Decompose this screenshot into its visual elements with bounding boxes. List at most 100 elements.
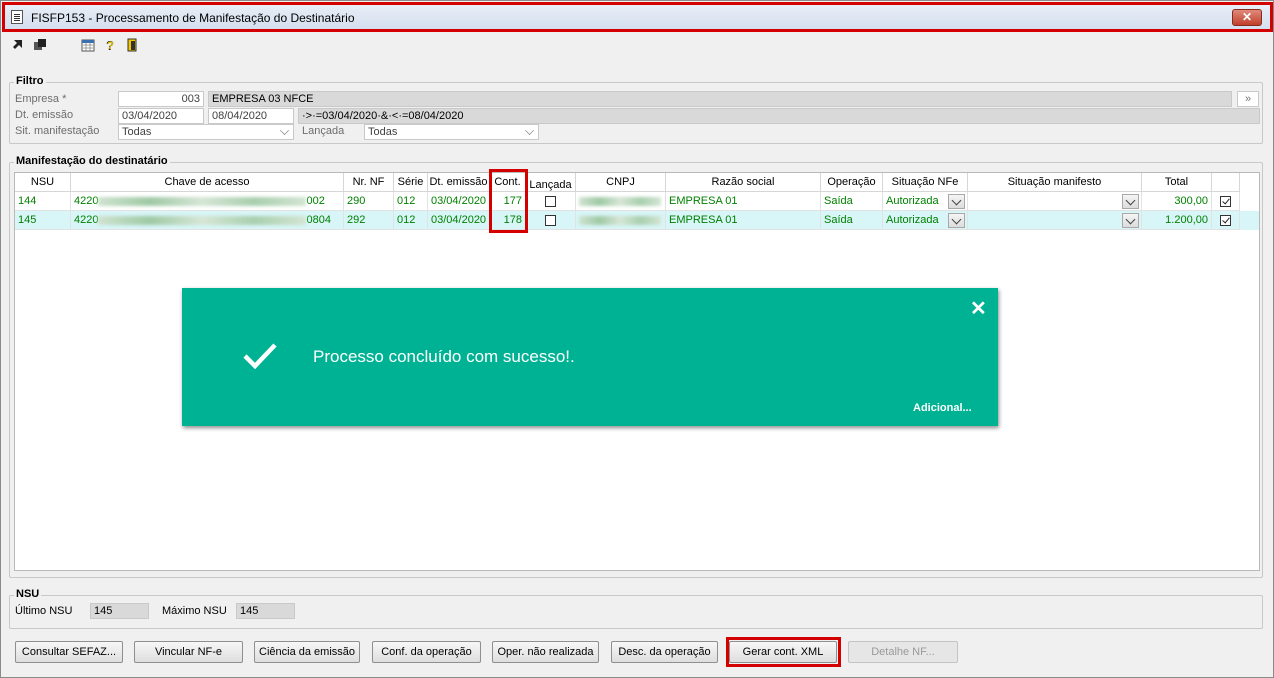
- chevron-down-icon: [280, 126, 289, 135]
- lancada-value: Todas: [368, 126, 398, 138]
- cell-serie: 012: [394, 211, 428, 230]
- cell-razao: EMPRESA 01: [666, 192, 821, 211]
- header-total[interactable]: Total: [1142, 173, 1212, 192]
- redacted-blur: [98, 196, 307, 206]
- vincular-nfe-button[interactable]: Vincular NF-e: [134, 641, 243, 663]
- header-chave[interactable]: Chave de acesso: [71, 173, 344, 192]
- header-nr-nf[interactable]: Nr. NF: [344, 173, 394, 192]
- cell-situacao-nfe[interactable]: Autorizada: [883, 211, 968, 230]
- filter-legend: Filtro: [14, 75, 46, 87]
- dt-emissao-label: Dt. emissão: [15, 109, 74, 121]
- arrow-select-icon[interactable]: [11, 38, 25, 52]
- cell-nsu: 145: [15, 211, 71, 230]
- help-icon[interactable]: ? ?: [103, 38, 117, 52]
- main-window: FISFP153 - Processamento de Manifestação…: [0, 0, 1274, 678]
- cell-select: [1212, 211, 1240, 230]
- cell-nsu: 144: [15, 192, 71, 211]
- cell-chave: 4220 002: [71, 192, 344, 211]
- close-icon[interactable]: ✕: [970, 296, 987, 321]
- cell-operacao: Saída: [821, 192, 883, 211]
- chevron-down-icon[interactable]: [1122, 194, 1139, 209]
- toast-message: Processo concluído com sucesso!.: [313, 347, 575, 366]
- desc-operacao-button[interactable]: Desc. da operação: [611, 641, 718, 663]
- header-razao[interactable]: Razão social: [666, 173, 821, 192]
- svg-text:?: ?: [107, 40, 114, 52]
- cell-lancada: [526, 211, 576, 230]
- cell-situacao-manifesto[interactable]: [968, 211, 1142, 230]
- chevron-down-icon[interactable]: [948, 213, 965, 228]
- header-cnpj[interactable]: CNPJ: [576, 173, 666, 192]
- redacted-blur: [579, 196, 661, 206]
- header-situacao-nfe[interactable]: Situação NFe: [883, 173, 968, 192]
- table-row[interactable]: 144 4220 002 290 012 03/04/2020 177 EMPRE…: [15, 192, 1259, 211]
- header-situacao-manifesto[interactable]: Situação manifesto: [968, 173, 1142, 192]
- gerar-cont-xml-button[interactable]: Gerar cont. XML: [729, 641, 837, 663]
- maximo-nsu-label: Máximo NSU: [162, 605, 227, 617]
- row-select-checkbox[interactable]: [1220, 214, 1231, 226]
- chevron-down-icon[interactable]: [1122, 213, 1139, 228]
- chave-prefix: 4220: [74, 195, 99, 207]
- sit-manifestacao-label: Sit. manifestação: [15, 125, 100, 137]
- lancada-checkbox[interactable]: [545, 214, 556, 226]
- chevron-down-icon[interactable]: [948, 194, 965, 209]
- cell-nr-nf: 292: [344, 211, 394, 230]
- cell-situacao-nfe[interactable]: Autorizada: [883, 192, 968, 211]
- cell-total: 1.200,00: [1142, 211, 1212, 230]
- header-serie[interactable]: Série: [394, 173, 428, 192]
- cell-dt-emissao: 03/04/2020: [428, 192, 490, 211]
- success-toast: Processo concluído com sucesso!. ✕ Adici…: [182, 288, 998, 426]
- toast-more-link[interactable]: Adicional...: [913, 402, 972, 414]
- empresa-code-field[interactable]: 003: [118, 91, 204, 107]
- redacted-blur: [98, 215, 307, 225]
- header-operacao[interactable]: Operação: [821, 173, 883, 192]
- detalhe-nf-button[interactable]: Detalhe NF...: [848, 641, 958, 663]
- header-cont[interactable]: Cont.: [490, 173, 526, 192]
- exit-door-icon[interactable]: [125, 38, 139, 52]
- manifestacao-legend: Manifestação do destinatário: [14, 155, 170, 167]
- ciencia-emissao-button[interactable]: Ciência da emissão: [254, 641, 360, 663]
- calendar-icon[interactable]: [81, 38, 95, 52]
- cell-serie: 012: [394, 192, 428, 211]
- cell-lancada: [526, 192, 576, 211]
- empresa-name-field: EMPRESA 03 NFCE: [208, 91, 1232, 107]
- chave-suffix: 002: [306, 195, 325, 207]
- sit-manifestacao-value: Todas: [122, 126, 152, 138]
- empresa-label: Empresa *: [15, 93, 67, 105]
- consultar-sefaz-button[interactable]: Consultar SEFAZ...: [15, 641, 123, 663]
- cell-cnpj: [576, 211, 666, 230]
- header-dt-emissao[interactable]: Dt. emissão: [428, 173, 490, 192]
- nsu-legend: NSU: [14, 588, 42, 600]
- lancada-label: Lançada: [302, 125, 345, 137]
- cell-total: 300,00: [1142, 192, 1212, 211]
- chevron-down-icon: [525, 126, 534, 135]
- header-lancada[interactable]: Lançada: [526, 173, 576, 192]
- situacao-nfe-value: Autorizada: [886, 195, 939, 207]
- header-nsu[interactable]: NSU: [15, 173, 71, 192]
- window-title: FISFP153 - Processamento de Manifestação…: [31, 11, 355, 25]
- cell-cont: 177: [490, 192, 526, 211]
- close-window-button[interactable]: ✕: [1232, 9, 1262, 26]
- dt-from-field[interactable]: 03/04/2020: [118, 108, 204, 124]
- cell-cnpj: [576, 192, 666, 211]
- header-select[interactable]: [1212, 173, 1240, 192]
- dt-to-field[interactable]: 08/04/2020: [208, 108, 294, 124]
- cell-cont: 178: [490, 211, 526, 230]
- maximo-nsu-field: 145: [236, 603, 295, 619]
- stack-icon[interactable]: [33, 38, 47, 52]
- cell-situacao-manifesto[interactable]: [968, 192, 1142, 211]
- ultimo-nsu-label: Último NSU: [15, 605, 73, 617]
- oper-nao-realizada-button[interactable]: Oper. não realizada: [492, 641, 599, 663]
- sit-manifestacao-select[interactable]: Todas: [118, 124, 294, 140]
- empresa-lookup-button[interactable]: »: [1237, 91, 1259, 107]
- conf-operacao-button[interactable]: Conf. da operação: [372, 641, 481, 663]
- cell-dt-emissao: 03/04/2020: [428, 211, 490, 230]
- cell-operacao: Saída: [821, 211, 883, 230]
- row-select-checkbox[interactable]: [1220, 195, 1231, 207]
- grid-header: NSU Chave de acesso Nr. NF Série Dt. emi…: [15, 173, 1259, 192]
- lancada-checkbox[interactable]: [545, 195, 556, 207]
- document-icon: [11, 10, 23, 24]
- ultimo-nsu-field: 145: [90, 603, 149, 619]
- lancada-select[interactable]: Todas: [364, 124, 539, 140]
- table-row[interactable]: 145 4220 0804 292 012 03/04/2020 178 EMPR…: [15, 211, 1259, 230]
- dt-expression-field: ·>·=03/04/2020·&·<·=08/04/2020: [298, 108, 1260, 124]
